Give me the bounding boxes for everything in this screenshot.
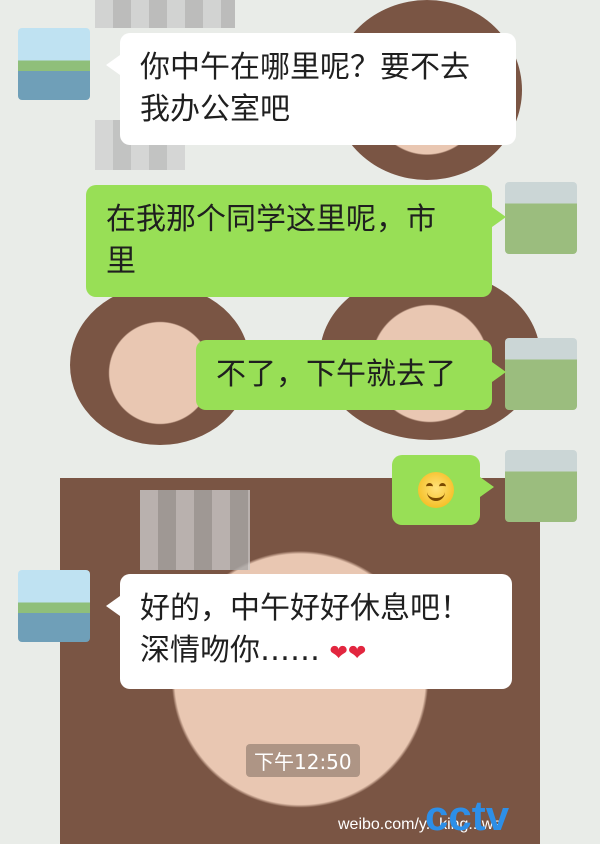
kiss-lips-icon: ❤❤ bbox=[329, 641, 367, 666]
message-text-line: 深情吻你…… ❤❤ bbox=[140, 630, 492, 675]
message-text-line: 不了，下午就去了 bbox=[216, 357, 456, 392]
contact-avatar-1[interactable] bbox=[18, 28, 90, 100]
message-text-line: 你中午在哪里呢？要不去 bbox=[140, 50, 470, 85]
message-bubble-sent-emoji[interactable] bbox=[392, 455, 494, 525]
message-bubble-sent-2[interactable]: 不了，下午就去了 bbox=[196, 340, 506, 410]
message-text-line: 在我那个同学这里呢，市 bbox=[106, 202, 436, 237]
message-bubble-received-2[interactable]: 好的，中午好好休息吧！ 深情吻你…… ❤❤ bbox=[106, 574, 512, 689]
message-text-line: 里 bbox=[106, 244, 136, 279]
message-bubble-sent-1[interactable]: 在我那个同学这里呢，市 里 bbox=[86, 185, 506, 297]
my-avatar-1[interactable] bbox=[505, 182, 577, 254]
my-avatar-3[interactable] bbox=[505, 450, 577, 522]
smiling-face-icon bbox=[418, 472, 454, 508]
message-text-segment: 深情吻你…… bbox=[140, 633, 320, 668]
message-text-line: 我办公室吧 bbox=[140, 92, 290, 127]
my-avatar-2[interactable] bbox=[505, 338, 577, 410]
cctv-logo-watermark: cctv bbox=[425, 792, 510, 839]
blurred-face-block bbox=[140, 490, 250, 570]
contact-avatar-2[interactable] bbox=[18, 570, 90, 642]
message-timestamp: 下午12:50 bbox=[246, 744, 360, 777]
message-bubble-received-1[interactable]: 你中午在哪里呢？要不去 我办公室吧 bbox=[106, 33, 516, 145]
message-text-line: 好的，中午好好休息吧！ bbox=[140, 591, 470, 626]
blurred-block-top bbox=[95, 0, 235, 28]
